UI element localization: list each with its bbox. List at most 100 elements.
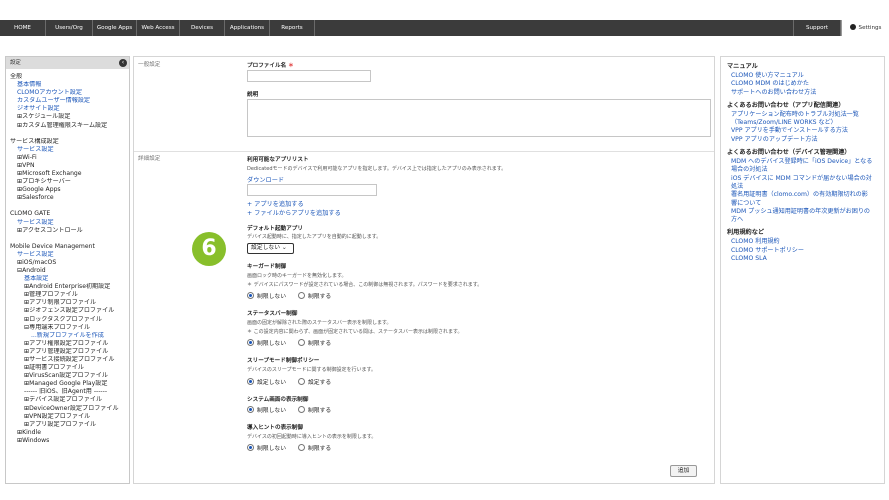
sidebar-tree-item[interactable]: ⊞プロキシサーバー xyxy=(10,178,129,186)
sidebar-link[interactable]: サービス設定 xyxy=(10,251,129,259)
add-app-link[interactable]: + アプリを追加する xyxy=(247,199,304,208)
tab-web-access[interactable]: Web Access xyxy=(137,20,180,36)
add-button[interactable]: 追加 xyxy=(670,465,697,477)
sidebar-tree-item[interactable]: ⊟専用端末プロファイル xyxy=(10,324,129,332)
apps-file-input[interactable] xyxy=(247,184,377,196)
sidebar-tree-item[interactable]: ------ 旧iOS、旧Agent用 ------ xyxy=(10,388,129,396)
sidebar-tree-item[interactable]: ⊞DeviceOwner設定プロファイル xyxy=(10,405,129,413)
help-link[interactable]: CLOMO 利用規約 xyxy=(727,238,884,246)
help-section-title: よくあるお問い合わせ（デバイス管理関連） xyxy=(727,149,851,157)
sidebar-tree-item[interactable]: ⊟Android xyxy=(10,267,129,275)
sidebar-tree-item[interactable]: ⊞Windows xyxy=(10,437,129,445)
apps-list-label: 利用可能なアプリリスト xyxy=(247,157,309,163)
sidebar-link[interactable]: カスタムユーザー情報設定 xyxy=(10,97,129,105)
sidebar-tree-item[interactable]: ⊞ロックタスクプロファイル xyxy=(10,316,129,324)
statusbar-radio-restricted[interactable] xyxy=(298,339,305,346)
tab-users-org[interactable]: Users/Org xyxy=(46,20,93,36)
description-textarea[interactable] xyxy=(247,99,711,137)
sidebar-tree-item[interactable]: ⊞VPN xyxy=(10,162,129,170)
intro-hint-radio-unrestricted[interactable] xyxy=(247,444,254,451)
system-ui-radio-unrestricted[interactable] xyxy=(247,406,254,413)
help-link[interactable]: サポートへのお問い合わせ方法 xyxy=(727,89,884,97)
help-link[interactable]: 場合の対処法 xyxy=(727,166,884,174)
profile-name-label: プロファイル名 ＊ xyxy=(247,63,294,69)
system-ui-radio-restricted[interactable] xyxy=(298,406,305,413)
help-link[interactable]: CLOMO サポートポリシー xyxy=(727,247,884,255)
sleep-policy-label: スリープモード制御ポリシー xyxy=(247,358,320,364)
tab-home[interactable]: HOME xyxy=(0,20,46,36)
profile-name-input[interactable] xyxy=(247,70,371,82)
sleep-radio-none[interactable] xyxy=(247,378,254,385)
sidebar-tree-item[interactable]: ⊞管理プロファイル xyxy=(10,291,129,299)
keyguard-radio-restricted[interactable] xyxy=(298,292,305,299)
sidebar-tree-item[interactable]: ⊞アクセスコントロール xyxy=(10,227,129,235)
sidebar-tree-item[interactable]: ⊞サービス接続設定プロファイル xyxy=(10,356,129,364)
sidebar-tree-item[interactable]: ⊞アプリ設定プロファイル xyxy=(10,421,129,429)
settings-label: Settings xyxy=(858,25,882,31)
sidebar-tree-item[interactable]: ⊞アプリ権限設定プロファイル xyxy=(10,340,129,348)
help-link[interactable]: CLOMO 使い方マニュアル xyxy=(727,72,884,80)
help-link[interactable]: 署名用証明書（clomo.com）の有効期限切れの影 xyxy=(727,191,884,199)
sidebar-link[interactable]: ジオサイト設定 xyxy=(10,105,129,113)
help-link[interactable]: MDM プッシュ通知用証明書の年次更新がお困りの xyxy=(727,208,884,216)
sidebar-tree-item[interactable]: ⊞アプリ制限プロファイル xyxy=(10,299,129,307)
tab-google-apps[interactable]: Google Apps xyxy=(93,20,137,36)
help-link[interactable]: VPP アプリを手動でインストールする方法 xyxy=(727,127,884,135)
sidebar-link[interactable]: サービス設定 xyxy=(10,219,129,227)
tab-reports[interactable]: Reports xyxy=(270,20,315,36)
sidebar-tree-item[interactable]: ⊞Managed Google Play設定 xyxy=(10,380,129,388)
help-link[interactable]: 方へ xyxy=(727,216,884,224)
sidebar-link[interactable]: ...新規プロファイルを作成 xyxy=(10,332,129,340)
general-section-label: 一般設定 xyxy=(138,62,161,68)
sidebar-tree-item[interactable]: ⊞Kindle xyxy=(10,429,129,437)
help-link[interactable]: VPP アプリのアップデート方法 xyxy=(727,136,884,144)
sleep-radio-group: 設定しない 設定する xyxy=(247,377,343,386)
sidebar-tree-item[interactable]: ⊞Microsoft Exchange xyxy=(10,170,129,178)
keyguard-radio-unrestricted[interactable] xyxy=(247,292,254,299)
statusbar-radio-unrestricted[interactable] xyxy=(247,339,254,346)
tab-applications[interactable]: Applications xyxy=(225,20,270,36)
sidebar-tree-item[interactable]: ⊞VPN設定プロファイル xyxy=(10,413,129,421)
sidebar-tree-item[interactable]: ⊞Google Apps xyxy=(10,186,129,194)
profile-form: 一般設定 プロファイル名 ＊ 説明 詳細設定 利用可能なアプリリスト Dedic… xyxy=(133,56,715,484)
sidebar-link[interactable]: サービス設定 xyxy=(10,146,129,154)
sidebar-link[interactable]: 基本情報 xyxy=(10,81,129,89)
help-link[interactable]: iOS デバイスに MDM コマンドが届かない場合の対 xyxy=(727,175,884,183)
sleep-radio-set[interactable] xyxy=(298,378,305,385)
download-link[interactable]: ダウンロード xyxy=(247,175,284,184)
sidebar-tree-item[interactable]: ⊞Salesforce xyxy=(10,194,129,202)
intro-hint-radio-restricted[interactable] xyxy=(298,444,305,451)
tab-support[interactable]: Support xyxy=(793,20,841,36)
help-link[interactable]: CLOMO SLA xyxy=(727,255,884,263)
sidebar-tree-item[interactable]: ⊞VirusScan設定プロファイル xyxy=(10,372,129,380)
sidebar-tree-item[interactable]: ⊞ジオフェンス設定プロファイル xyxy=(10,307,129,315)
keyguard-description: 画面ロック時のキーガードを無効化します。 xyxy=(247,273,347,279)
sidebar-tree-item[interactable]: ⊞デバイス設定プロファイル xyxy=(10,396,129,404)
help-section-spacer xyxy=(727,263,884,267)
sidebar-link[interactable]: CLOMOアカウント設定 xyxy=(10,89,129,97)
default-app-select[interactable]: 設定しない ⌄ xyxy=(247,243,294,254)
sidebar-tree-item[interactable]: ⊞iOS/macOS xyxy=(10,259,129,267)
sidebar-tree-item[interactable]: ⊞カスタム管理権限スキーム設定 xyxy=(10,122,129,130)
settings-sidebar: 設定 ‹ 全般 基本情報 CLOMOアカウント設定 カスタムユーザー情報設定 ジオサイト… xyxy=(5,56,130,484)
tab-settings[interactable]: Settings xyxy=(841,20,889,36)
help-link[interactable]: アプリケーション配布時のトラブル対処法一覧 xyxy=(727,111,884,119)
help-link[interactable]: 響について xyxy=(727,200,884,208)
help-section-title: マニュアル xyxy=(727,63,758,70)
sidebar-group-heading: CLOMO GATE xyxy=(10,210,51,218)
sidebar-tree-item[interactable]: ⊞Wi-Fi xyxy=(10,154,129,162)
help-sidebar: マニュアル CLOMO 使い方マニュアル CLOMO MDM のはじめかた サポートへ… xyxy=(720,56,885,484)
statusbar-radio-group: 制限しない 制限する xyxy=(247,338,343,347)
tab-devices[interactable]: Devices xyxy=(180,20,225,36)
sidebar-tree-item[interactable]: ⊞スケジュール設定 xyxy=(10,113,129,121)
sidebar-link[interactable]: 基本設定 xyxy=(10,275,129,283)
add-app-from-file-link[interactable]: + ファイルからアプリを追加する xyxy=(247,208,341,217)
sidebar-tree-item[interactable]: ⊞Android Enterprise初期設定 xyxy=(10,283,129,291)
sidebar-header: 設定 ‹ xyxy=(6,57,129,69)
sidebar-tree-item[interactable]: ⊞証明書プロファイル xyxy=(10,364,129,372)
sidebar-tree-item[interactable]: ⊞アプリ管理設定プロファイル xyxy=(10,348,129,356)
statusbar-note: ＊ この設定内容に関わらず、画面が固定されている間は、ステータスバー表示は制限さ… xyxy=(247,329,463,335)
help-link[interactable]: CLOMO MDM のはじめかた xyxy=(727,80,884,88)
collapse-sidebar-icon[interactable]: ‹ xyxy=(119,59,127,67)
